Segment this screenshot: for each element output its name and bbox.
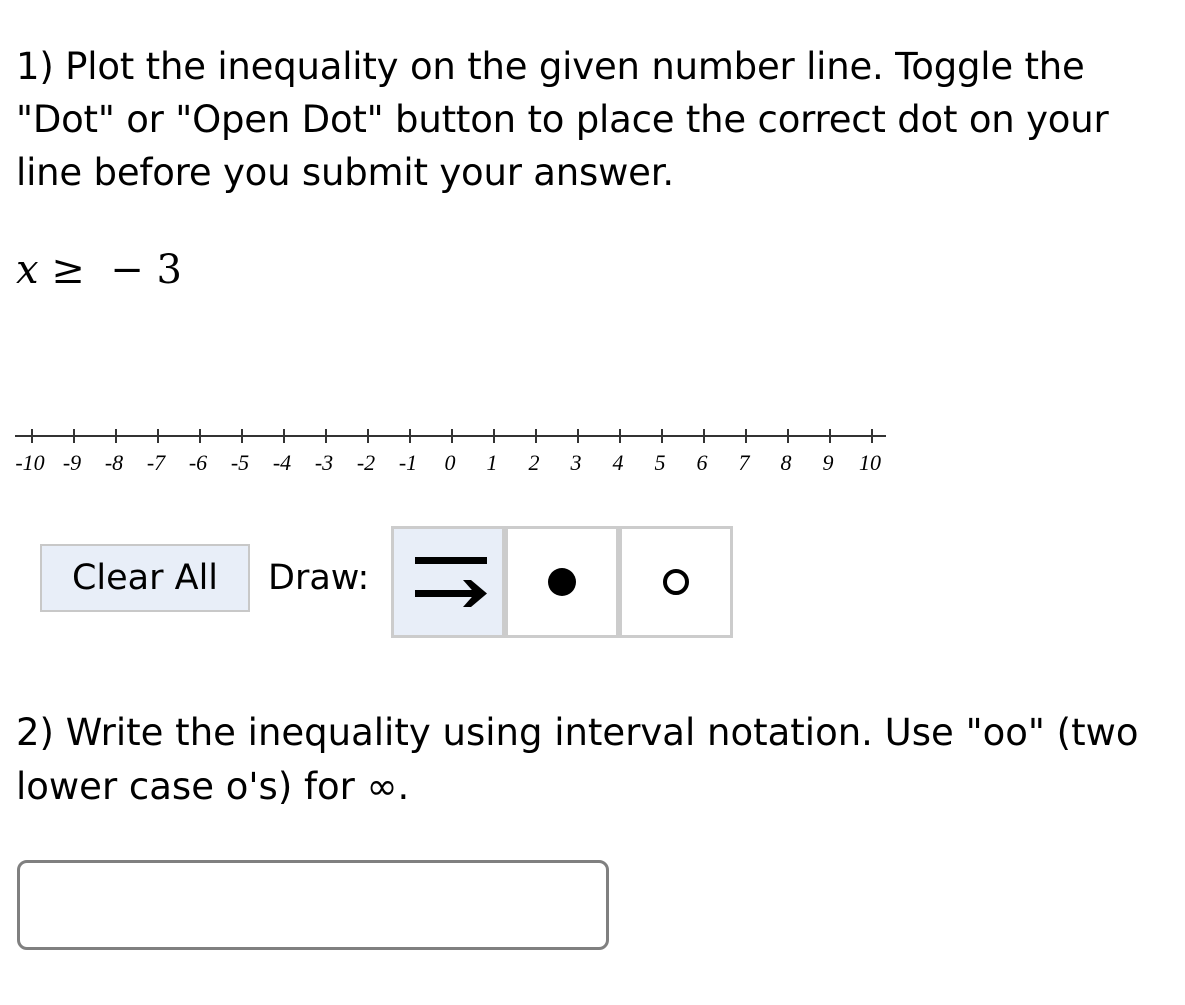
inequality-variable: x <box>16 247 39 293</box>
number-line-tick-label: -3 <box>315 450 333 475</box>
draw-label: Draw: <box>268 558 370 598</box>
number-line-tick-label: -1 <box>399 450 417 475</box>
number-line-tick-label: -6 <box>189 450 207 475</box>
number-line-tick-label: -4 <box>273 450 291 475</box>
inequality-operator: ≥ <box>51 247 85 293</box>
clear-all-button[interactable]: Clear All <box>40 544 250 612</box>
number-line-tick-label: 7 <box>739 450 751 475</box>
inequality-expression: x ≥ − 3 <box>16 244 182 296</box>
number-line-tick-label: 8 <box>781 450 792 475</box>
number-line-tick-label: -5 <box>231 450 249 475</box>
number-line-tick-label: -8 <box>105 450 123 475</box>
number-line-tick-label: -10 <box>15 450 44 475</box>
interval-notation-input[interactable] <box>17 860 609 950</box>
number-line-tick-label: 5 <box>655 450 666 475</box>
number-line-tick-label: 4 <box>613 450 624 475</box>
open-dot-tool-button[interactable] <box>619 526 733 638</box>
number-line-tick-label: 0 <box>445 450 456 475</box>
number-line-tick-label: -7 <box>147 450 166 475</box>
open-dot-icon <box>663 569 689 595</box>
question-2-prompt: 2) Write the inequality using interval n… <box>16 711 1139 808</box>
number-line-tick-label: 9 <box>823 450 834 475</box>
question-1-prompt: 1) Plot the inequality on the given numb… <box>16 45 1109 194</box>
number-line-tick-label: 3 <box>570 450 582 475</box>
filled-dot-icon <box>548 568 576 596</box>
dot-tool-button[interactable] <box>505 526 619 638</box>
number-line-tick-label: -2 <box>357 450 375 475</box>
number-line-tick-label: 10 <box>859 450 881 475</box>
ray-arrow-icon <box>415 557 487 607</box>
number-line[interactable]: -10 -9 -8 -7 -6 -5 -4 -3 -2 -1 0 1 2 3 4 5 6 7 8 9 10 <box>0 420 900 480</box>
ray-tool-button[interactable] <box>391 526 505 638</box>
number-line-tick-label: 6 <box>697 450 708 475</box>
number-line-tick-label: -9 <box>63 450 81 475</box>
inequality-rhs: − 3 <box>110 247 182 293</box>
number-line-tick-label: 2 <box>529 450 540 475</box>
number-line-tick-label: 1 <box>487 450 498 475</box>
